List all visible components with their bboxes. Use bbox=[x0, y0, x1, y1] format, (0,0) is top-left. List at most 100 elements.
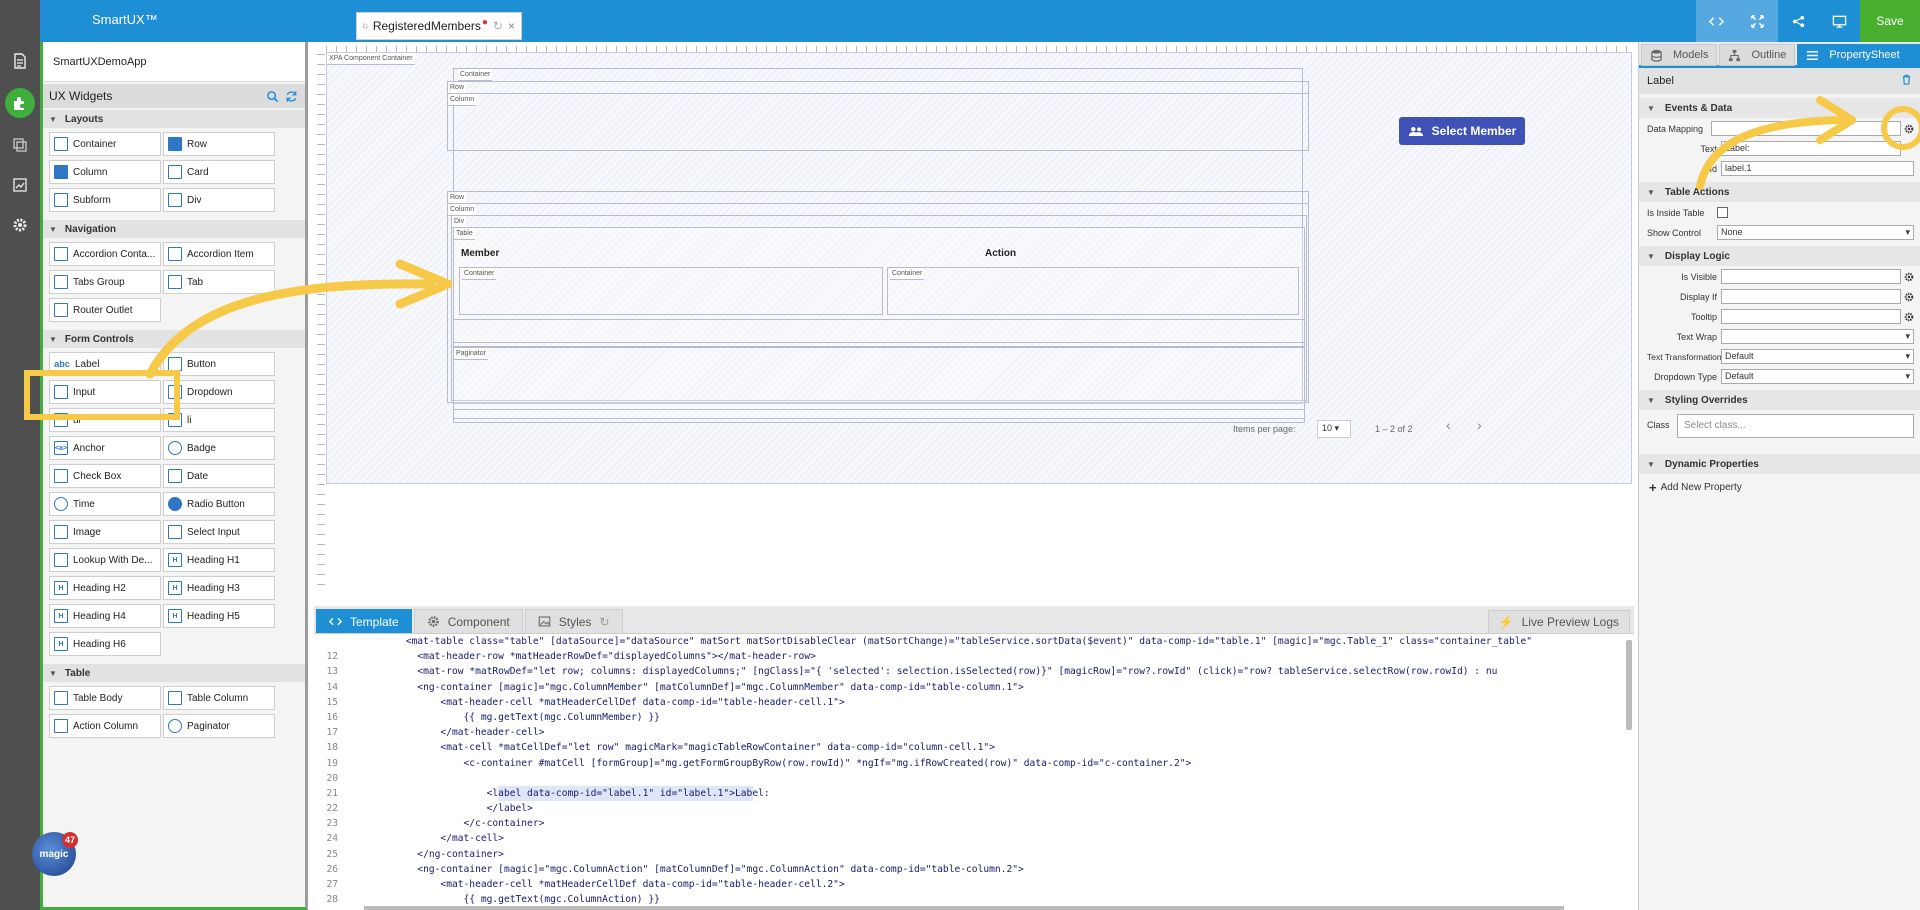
items-per-page-select[interactable]: 10 ▾ bbox=[1317, 420, 1351, 438]
widget-item[interactable]: Dropdown bbox=[163, 380, 275, 404]
widget-item[interactable]: H Heading H3 bbox=[163, 576, 275, 600]
section-styling-overrides[interactable]: ▼ Styling Overrides bbox=[1639, 390, 1920, 410]
tab-template[interactable]: Template bbox=[316, 609, 412, 633]
widget-item[interactable]: Table Column bbox=[163, 686, 275, 710]
widget-item[interactable]: Column bbox=[49, 160, 161, 184]
widget-item[interactable]: Button bbox=[163, 352, 275, 376]
widget-item[interactable]: Container bbox=[49, 132, 161, 156]
widget-item[interactable]: Input bbox=[49, 380, 161, 404]
add-new-property-button[interactable]: + Add New Property bbox=[1639, 478, 1920, 497]
refresh-icon[interactable] bbox=[285, 89, 299, 103]
is-inside-table-checkbox[interactable] bbox=[1717, 207, 1728, 218]
gear-icon[interactable] bbox=[1902, 289, 1916, 304]
widget-item[interactable]: H Heading H2 bbox=[49, 576, 161, 600]
widget-item[interactable]: Subform bbox=[49, 188, 161, 212]
column-box[interactable]: Column bbox=[447, 93, 1309, 151]
widget-item[interactable]: Image bbox=[49, 520, 161, 544]
widget-item[interactable]: Paginator bbox=[163, 714, 275, 738]
code-line[interactable]: 22 </label> bbox=[314, 801, 1634, 816]
widget-item[interactable]: H Heading H1 bbox=[163, 548, 275, 572]
code-line[interactable]: 12 <mat-header-row *matHeaderRowDef="dis… bbox=[314, 649, 1634, 664]
widget-section-header[interactable]: ▼ Form Controls bbox=[43, 330, 305, 348]
trash-icon[interactable] bbox=[1901, 74, 1912, 88]
section-dynamic-properties[interactable]: ▼ Dynamic Properties bbox=[1639, 454, 1920, 474]
widget-item[interactable]: Time bbox=[49, 492, 161, 516]
member-cell-container[interactable]: Container bbox=[459, 267, 883, 315]
previous-page-icon[interactable]: ‹ bbox=[1446, 417, 1451, 433]
id-input[interactable]: label.1 bbox=[1721, 161, 1914, 176]
preview-button[interactable] bbox=[1819, 0, 1860, 42]
widget-item[interactable]: Div bbox=[163, 188, 275, 212]
class-select-input[interactable]: Select class... bbox=[1677, 414, 1914, 438]
code-line[interactable]: 14 <ng-container [magic]="mgc.ColumnMemb… bbox=[314, 680, 1634, 695]
widget-section-header[interactable]: ▼ Table bbox=[43, 664, 305, 682]
gear-icon[interactable] bbox=[1902, 309, 1916, 324]
widget-item[interactable]: Tabs Group bbox=[49, 270, 161, 294]
code-line[interactable]: 15 <mat-header-cell *matHeaderCellDef da… bbox=[314, 695, 1634, 710]
chart-icon[interactable] bbox=[5, 170, 35, 200]
refresh-icon[interactable]: ↻ bbox=[599, 615, 609, 629]
horizontal-scrollbar[interactable] bbox=[364, 906, 1564, 910]
gear-icon[interactable] bbox=[1902, 269, 1916, 284]
tab-component[interactable]: Component bbox=[413, 609, 523, 633]
design-canvas[interactable]: XPA Component Container Container Row Co… bbox=[314, 42, 1634, 602]
display-if-input[interactable] bbox=[1721, 289, 1901, 304]
close-icon[interactable]: × bbox=[508, 19, 515, 33]
text-transformation-select[interactable]: Default ▾ bbox=[1721, 349, 1914, 364]
save-button[interactable]: Save bbox=[1860, 0, 1920, 42]
code-line[interactable]: 17 </mat-header-cell> bbox=[314, 725, 1634, 740]
dropdown-type-select[interactable]: Default ▾ bbox=[1721, 369, 1914, 384]
widget-item[interactable]: abc Label bbox=[49, 352, 161, 376]
widget-item[interactable]: H Heading H4 bbox=[49, 604, 161, 628]
code-line[interactable]: 20 bbox=[314, 771, 1634, 786]
widget-item[interactable]: Lookup With De... bbox=[49, 548, 161, 572]
code-line[interactable]: 18 <mat-cell *matCellDef="let row" magic… bbox=[314, 740, 1634, 755]
code-line[interactable]: 23 </c-container> bbox=[314, 816, 1634, 831]
widget-item[interactable]: Radio Button bbox=[163, 492, 275, 516]
code-line[interactable]: 27 <mat-header-cell *matHeaderCellDef da… bbox=[314, 877, 1634, 892]
widget-item[interactable]: H Heading H5 bbox=[163, 604, 275, 628]
is-visible-input[interactable] bbox=[1721, 269, 1901, 284]
live-preview-logs-button[interactable]: ⚡ Live Preview Logs bbox=[1487, 610, 1630, 634]
widget-item[interactable]: Action Column bbox=[49, 714, 161, 738]
show-control-select[interactable]: None ▾ bbox=[1717, 225, 1914, 240]
document-tab[interactable]: RegisteredMembers ● ↻ × bbox=[356, 12, 522, 40]
code-line[interactable]: 24 </mat-cell> bbox=[314, 831, 1634, 846]
gear-icon[interactable] bbox=[1902, 121, 1916, 136]
text-input[interactable]: Label: bbox=[1721, 141, 1901, 156]
section-table-actions[interactable]: ▼ Table Actions bbox=[1639, 182, 1920, 202]
tab-styles[interactable]: Styles ↻ bbox=[524, 609, 623, 633]
select-member-button[interactable]: Select Member bbox=[1399, 117, 1525, 145]
puzzle-icon[interactable] bbox=[5, 88, 35, 118]
expand-button[interactable] bbox=[1737, 0, 1778, 42]
copy-icon[interactable] bbox=[5, 130, 35, 160]
code-area[interactable]: <mat-table class="table" [dataSource]="d… bbox=[314, 634, 1634, 906]
gear-icon[interactable] bbox=[5, 210, 35, 240]
widget-item[interactable]: Table Body bbox=[49, 686, 161, 710]
code-line[interactable]: 28 {{ mg.getText(mgc.ColumnAction) }} bbox=[314, 892, 1634, 906]
widget-item[interactable]: Accordion Conta... bbox=[49, 242, 161, 266]
widget-item[interactable]: Router Outlet bbox=[49, 298, 161, 322]
search-icon[interactable] bbox=[266, 89, 280, 103]
tooltip-input[interactable] bbox=[1721, 309, 1901, 324]
widget-item[interactable]: <a> Anchor bbox=[49, 436, 161, 460]
widget-item[interactable]: Date bbox=[163, 464, 275, 488]
text-wrap-select[interactable]: ▾ bbox=[1721, 329, 1914, 344]
widget-item[interactable]: Select Input bbox=[163, 520, 275, 544]
code-line[interactable]: <mat-table class="table" [dataSource]="d… bbox=[314, 634, 1634, 649]
tab-outline[interactable]: Outline bbox=[1719, 44, 1796, 66]
tab-property-sheet[interactable]: PropertySheet bbox=[1797, 44, 1920, 66]
widget-item[interactable]: li bbox=[163, 408, 275, 432]
section-display-logic[interactable]: ▼ Display Logic bbox=[1639, 246, 1920, 266]
widget-item[interactable]: H Heading H6 bbox=[49, 632, 161, 656]
refresh-icon[interactable]: ↻ bbox=[493, 19, 503, 33]
action-cell-container[interactable]: Container bbox=[887, 267, 1299, 315]
code-line[interactable]: 21 <label data-comp-id="label.1" id="lab… bbox=[314, 785, 1634, 802]
widget-item[interactable]: Tab bbox=[163, 270, 275, 294]
widget-item[interactable]: Row bbox=[163, 132, 275, 156]
share-button[interactable] bbox=[1778, 0, 1819, 42]
widget-item[interactable]: ul bbox=[49, 408, 161, 432]
code-line[interactable]: 25 </ng-container> bbox=[314, 847, 1634, 862]
next-page-icon[interactable]: › bbox=[1477, 417, 1482, 433]
code-line[interactable]: 19 <c-container #matCell [formGroup]="mg… bbox=[314, 756, 1634, 771]
